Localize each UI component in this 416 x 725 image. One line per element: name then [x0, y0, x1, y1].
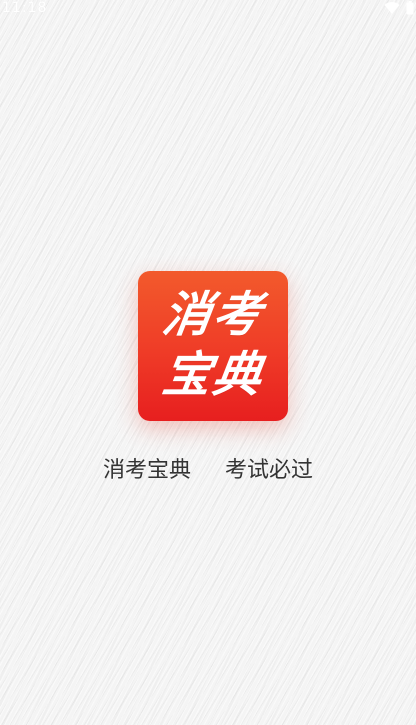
- logo-text-line2: 宝典: [159, 347, 267, 403]
- app-name-text: 消考宝典: [102, 458, 191, 483]
- app-logo: 消考 宝典: [138, 271, 288, 421]
- status-time: 11:18: [2, 0, 48, 16]
- battery-icon: [406, 1, 414, 15]
- logo-text-line1: 消考: [159, 287, 267, 343]
- tagline: 消考宝典 考试必过: [0, 456, 416, 486]
- status-bar: 11:18: [0, 0, 416, 20]
- status-icons: [384, 1, 414, 15]
- slogan-text: 考试必过: [225, 458, 314, 483]
- wifi-icon: [384, 1, 400, 15]
